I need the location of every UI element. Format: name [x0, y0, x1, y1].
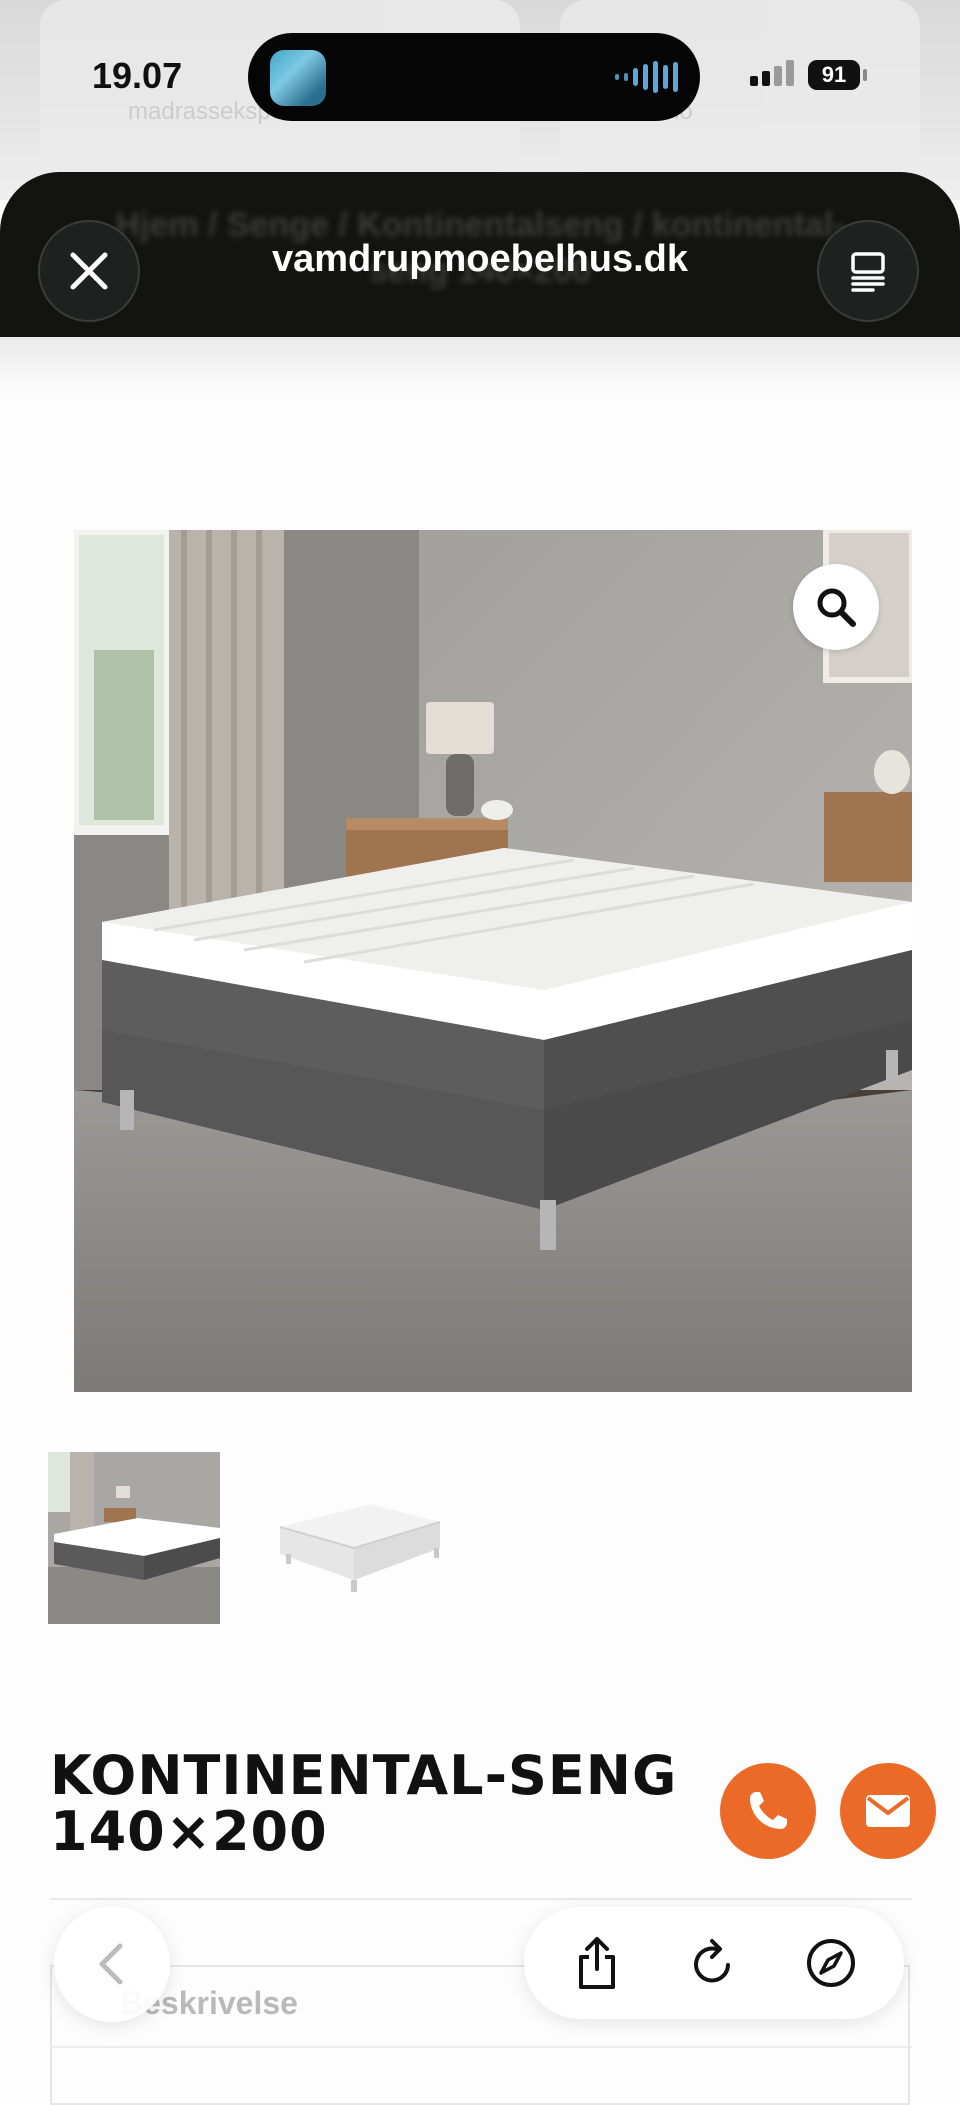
tab-divider — [50, 2046, 912, 2048]
reader-mode-icon — [851, 252, 885, 292]
product-title: KONTINENTAL-SENG 140×200 — [50, 1748, 677, 1860]
now-playing-artwork — [270, 50, 326, 106]
chevron-left-icon — [99, 1943, 123, 1985]
site-url[interactable]: vamdrupmoebelhus.dk — [0, 238, 960, 281]
share-icon — [578, 1937, 615, 1989]
white-bed-render — [279, 1504, 441, 1592]
audio-wave-icon — [615, 61, 678, 93]
battery-indicator: 91 — [808, 60, 860, 90]
status-time: 19.07 — [92, 55, 183, 96]
site-header: Hjem / Senge / Kontinentalseng / kontine… — [0, 172, 960, 337]
zoom-button[interactable] — [793, 564, 879, 650]
header-shadow — [0, 337, 960, 397]
divider — [50, 1898, 912, 1900]
mail-icon — [866, 1795, 910, 1827]
compass-button[interactable] — [801, 1933, 861, 1993]
email-button[interactable] — [840, 1763, 936, 1859]
search-icon — [817, 588, 856, 627]
thumbnail-white-bed[interactable] — [270, 1452, 442, 1624]
product-main-image[interactable] — [74, 530, 912, 1392]
cellular-signal-icon — [750, 60, 794, 86]
call-button[interactable] — [720, 1763, 816, 1859]
dynamic-island[interactable] — [248, 33, 700, 121]
bedroom-photo — [74, 530, 912, 1392]
battery-tip — [863, 69, 867, 81]
bedroom-thumbnail-image — [48, 1452, 220, 1624]
reload-icon — [694, 1939, 730, 1983]
close-icon — [70, 252, 108, 290]
phone-icon — [750, 1792, 787, 1829]
back-button[interactable] — [54, 1906, 170, 2022]
reader-mode-button[interactable] — [817, 220, 919, 322]
compass-icon — [807, 1939, 856, 1987]
browser-toolbar — [524, 1907, 904, 2019]
share-button[interactable] — [567, 1933, 627, 1993]
product-title-line1: KONTINENTAL-SENG — [50, 1744, 678, 1807]
product-title-line2: 140×200 — [50, 1800, 328, 1863]
close-button[interactable] — [38, 220, 140, 322]
thumbnail-bedroom[interactable] — [48, 1452, 220, 1624]
reload-button[interactable] — [684, 1933, 744, 1993]
